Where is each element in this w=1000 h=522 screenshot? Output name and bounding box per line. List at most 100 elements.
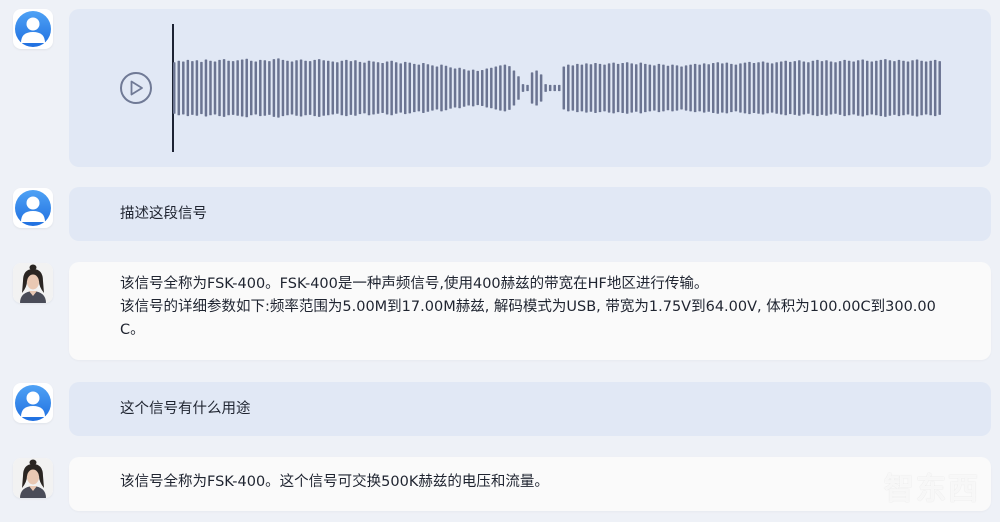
waveform-bar xyxy=(385,61,389,115)
waveform-bar xyxy=(413,63,416,113)
waveform-bar xyxy=(494,66,498,110)
waveform-bar xyxy=(322,60,325,116)
waveform-bar xyxy=(558,84,561,92)
waveform-bar xyxy=(530,72,534,104)
waveform-bar xyxy=(499,65,502,111)
waveform-bar xyxy=(761,61,765,115)
waveform-bar xyxy=(671,64,674,112)
watermark-logo: 智东西 xyxy=(884,472,980,507)
waveform-bar xyxy=(435,66,439,110)
waveform-bar xyxy=(793,61,797,115)
waveform-bar xyxy=(648,64,652,112)
waveform-bar xyxy=(621,63,624,113)
waveform-bar xyxy=(571,65,575,111)
waveform-bar xyxy=(924,61,928,115)
waveform-bar xyxy=(888,60,892,116)
waveform-bar xyxy=(789,61,792,115)
waveform-bar xyxy=(462,69,466,107)
waveform-bar xyxy=(453,68,457,108)
waveform-bar xyxy=(929,60,932,116)
waveform-bar xyxy=(394,62,398,114)
assistant-bubble: 该信号全称为FSK-400。这个信号可交换500K赫兹的电压和流量。 xyxy=(69,457,991,511)
waveform-bar xyxy=(476,70,479,106)
waveform-bar xyxy=(209,60,212,116)
waveform-bar xyxy=(825,60,828,116)
waveform-bar xyxy=(512,70,516,106)
waveform-bar xyxy=(911,60,914,116)
waveform-bar xyxy=(259,59,262,117)
waveform-bar xyxy=(594,63,597,113)
waveform-bar xyxy=(843,59,846,117)
waveform-bar xyxy=(277,58,280,118)
waveform-bar xyxy=(902,60,905,116)
waveform-bar xyxy=(182,61,185,115)
waveform-bar xyxy=(625,62,629,114)
waveform-bar xyxy=(598,63,602,113)
waveform-bar xyxy=(263,60,267,116)
waveform-bar xyxy=(376,62,380,114)
user-avatar xyxy=(13,383,53,423)
waveform-bar xyxy=(544,84,547,92)
waveform-bar xyxy=(870,61,874,115)
waveform-bar xyxy=(635,64,638,112)
waveform-bar xyxy=(304,60,307,116)
waveform-bar xyxy=(426,64,430,112)
waveform-bar xyxy=(408,62,412,114)
waveform-bar xyxy=(390,60,393,116)
waveform-bar xyxy=(281,59,285,117)
waveform-bar xyxy=(784,60,787,116)
waveform-bar xyxy=(816,59,819,117)
waveform-bar xyxy=(449,67,452,109)
waveform-bar xyxy=(567,64,570,112)
waveform-bar xyxy=(938,61,941,115)
user-avatar xyxy=(13,9,53,49)
waveform-bar xyxy=(712,63,715,113)
message-text: 这个信号有什么用途 xyxy=(120,398,941,421)
waveform-bar xyxy=(490,67,493,109)
waveform-bar xyxy=(884,59,887,117)
waveform-bar xyxy=(734,64,738,112)
waveform-bar xyxy=(879,59,883,117)
waveform-bar xyxy=(345,59,348,117)
audio-waveform[interactable] xyxy=(173,49,943,127)
waveform-bar xyxy=(662,64,665,112)
play-button[interactable] xyxy=(120,72,152,104)
waveform-bar xyxy=(644,63,647,113)
waveform-bar xyxy=(920,60,923,116)
waveform-bar xyxy=(471,69,475,107)
waveform-bar xyxy=(807,62,810,114)
audio-bubble xyxy=(69,9,991,167)
waveform-bar xyxy=(739,63,742,113)
waveform-bar xyxy=(177,60,181,116)
waveform-bar xyxy=(340,60,344,116)
waveform-bar xyxy=(200,61,203,115)
user-bubble: 这个信号有什么用途 xyxy=(69,382,991,436)
waveform-bar xyxy=(481,70,484,106)
waveform-bar xyxy=(440,64,443,112)
waveform-bar xyxy=(847,60,851,116)
waveform-bar xyxy=(680,66,683,110)
waveform-bar xyxy=(308,61,312,115)
waveform-bar xyxy=(861,59,864,117)
waveform-bar xyxy=(372,61,375,115)
waveform-bar xyxy=(906,61,910,115)
waveform-bar xyxy=(272,59,276,117)
waveform-bar xyxy=(431,65,434,111)
message-text: 该信号全称为FSK-400。FSK-400是一种声频信号,使用400赫兹的带宽在… xyxy=(120,273,941,342)
waveform-bar xyxy=(616,63,620,113)
message-line: 该信号全称为FSK-400。这个信号可交换500K赫兹的电压和流量。 xyxy=(120,474,549,490)
waveform-bar xyxy=(603,64,606,112)
waveform-bar xyxy=(698,64,701,112)
waveform-bar xyxy=(721,63,724,113)
waveform-bar xyxy=(725,62,729,114)
waveform-bar xyxy=(915,59,919,117)
waveform-bar xyxy=(770,63,774,113)
waveform-bar xyxy=(313,59,316,117)
waveform-bar xyxy=(576,63,579,113)
waveform-bar xyxy=(829,61,833,115)
waveform-bar xyxy=(327,60,330,116)
waveform-bar xyxy=(231,61,235,115)
waveform-bar xyxy=(730,63,733,113)
waveform-bar xyxy=(290,61,294,115)
waveform-bar xyxy=(779,61,783,115)
